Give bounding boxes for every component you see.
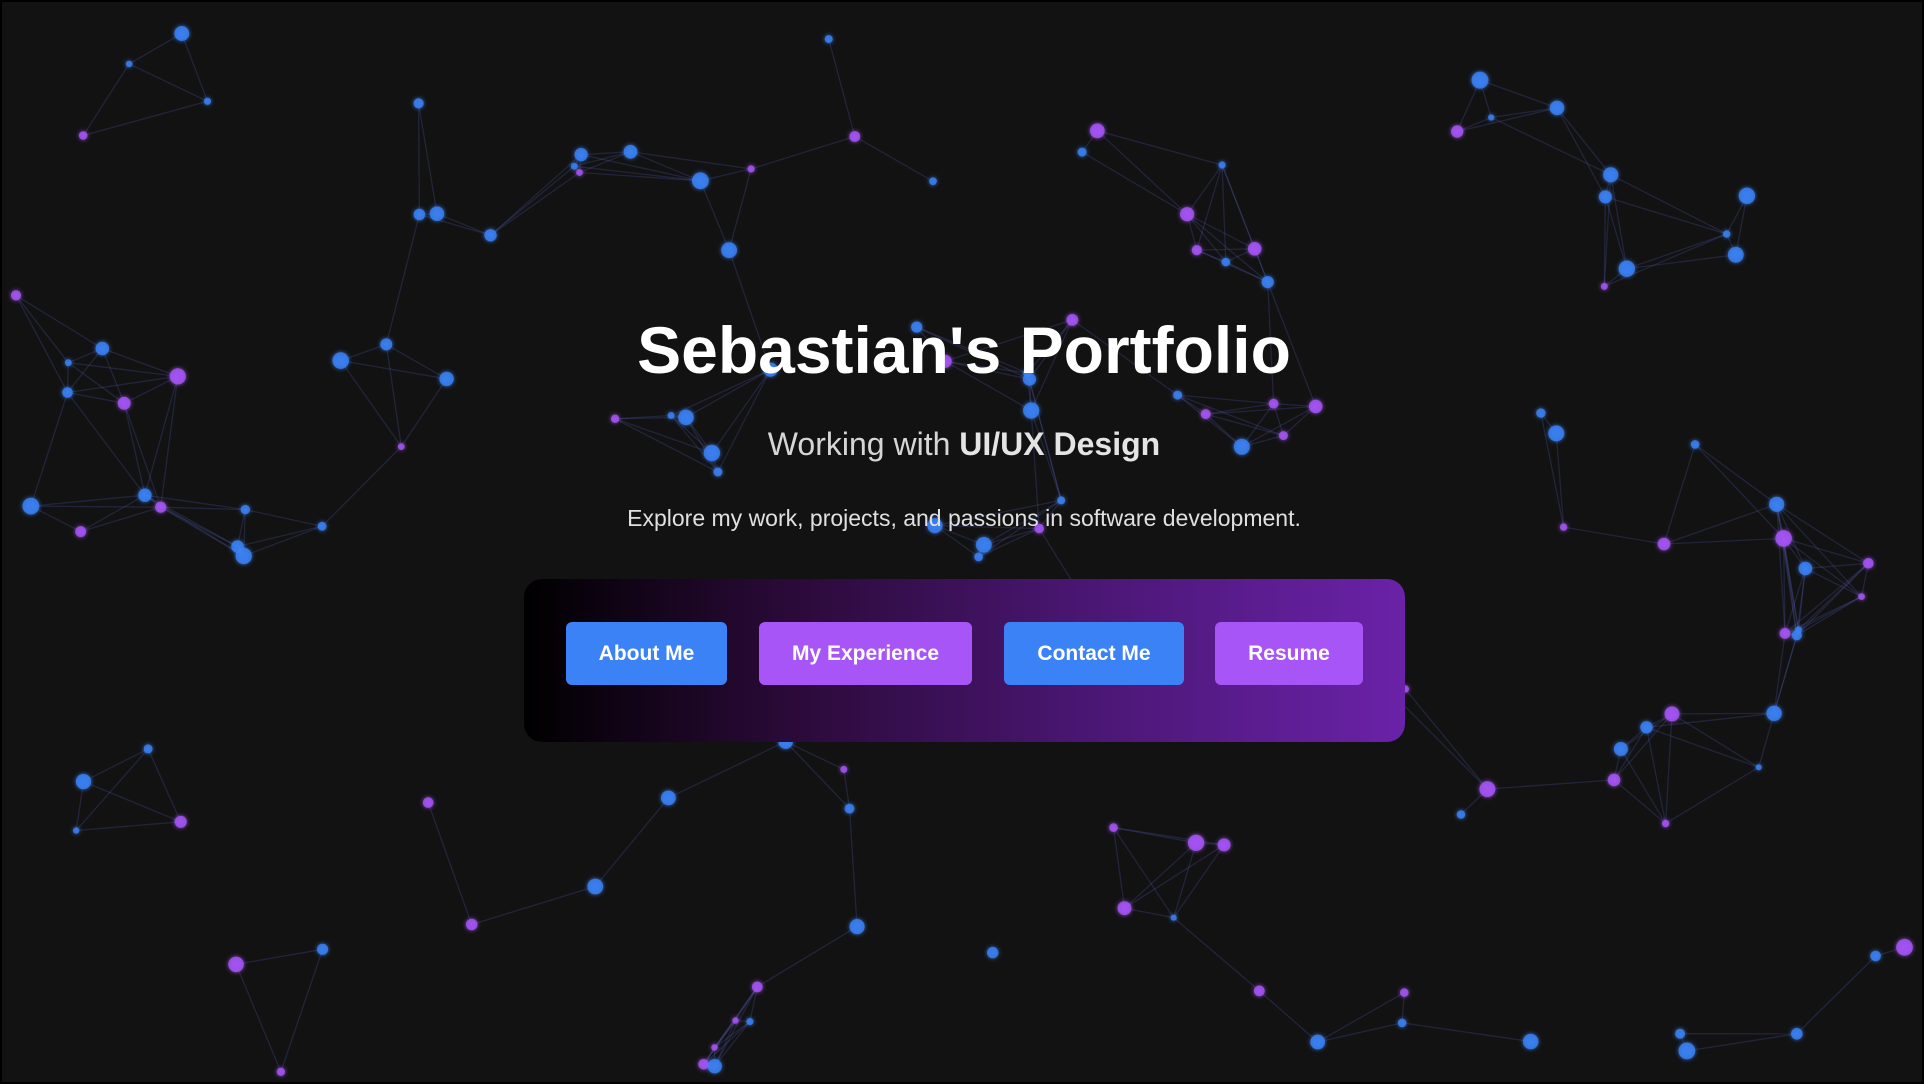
subtitle-emphasis: UI/UX Design — [959, 426, 1161, 462]
page-root: Sebastian's Portfolio Working with UI/UX… — [0, 0, 1924, 1084]
resume-button[interactable]: Resume — [1215, 622, 1363, 685]
nav-button-panel: About Me My Experience Contact Me Resume — [524, 579, 1405, 742]
hero-tagline: Explore my work, projects, and passions … — [627, 505, 1301, 531]
about-me-button[interactable]: About Me — [566, 622, 727, 685]
hero-section: Sebastian's Portfolio Working with UI/UX… — [2, 2, 1922, 1082]
subtitle-prefix: Working with — [767, 426, 960, 462]
page-title: Sebastian's Portfolio — [637, 313, 1291, 387]
my-experience-button[interactable]: My Experience — [759, 622, 972, 685]
contact-me-button[interactable]: Contact Me — [1004, 622, 1184, 685]
hero-subtitle: Working with UI/UX Design — [2, 424, 1922, 464]
